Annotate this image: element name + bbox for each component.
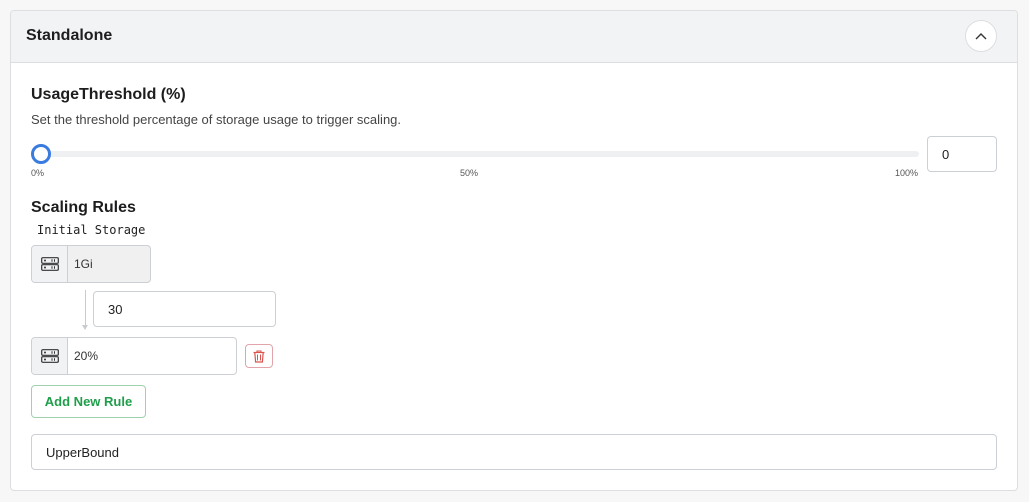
server-icon [40, 349, 59, 363]
initial-storage-value: 1Gi [74, 257, 93, 271]
usage-threshold-description: Set the threshold percentage of storage … [31, 112, 402, 127]
scaling-rules-title: Scaling Rules [31, 199, 136, 216]
initial-storage-label: Initial Storage [37, 223, 146, 237]
rule-storage-value: 20% [74, 349, 99, 363]
storage-icon-box [32, 246, 68, 282]
upper-bound-input[interactable]: UpperBound [31, 434, 997, 470]
usage-threshold-slider[interactable] [32, 151, 919, 157]
usage-threshold-input[interactable]: 0 [927, 136, 997, 172]
rule-connector-arrow [82, 325, 88, 330]
add-new-rule-button[interactable]: Add New Rule [31, 385, 146, 418]
server-icon [40, 257, 59, 271]
slider-max-label: 100% [895, 168, 919, 178]
initial-storage-field[interactable]: 1Gi [31, 245, 151, 283]
collapse-button[interactable] [965, 20, 997, 52]
rule-threshold-input[interactable]: 30 [93, 291, 276, 327]
slider-mid-label: 50% [460, 168, 479, 178]
storage-icon-box [32, 338, 68, 374]
trash-icon [253, 349, 265, 363]
panel-header[interactable]: Standalone [11, 11, 1017, 63]
slider-min-label: 0% [31, 168, 45, 178]
slider-thumb[interactable] [31, 144, 51, 164]
panel-title: Standalone [26, 27, 113, 44]
delete-rule-button[interactable] [245, 344, 273, 368]
rule-storage-field[interactable]: 20% [31, 337, 237, 375]
chevron-up-icon [975, 33, 987, 40]
usage-threshold-title: UsageThreshold (%) [31, 86, 186, 103]
standalone-panel: Standalone UsageThreshold (%) Set the th… [10, 10, 1018, 491]
rule-connector-line [85, 290, 86, 328]
